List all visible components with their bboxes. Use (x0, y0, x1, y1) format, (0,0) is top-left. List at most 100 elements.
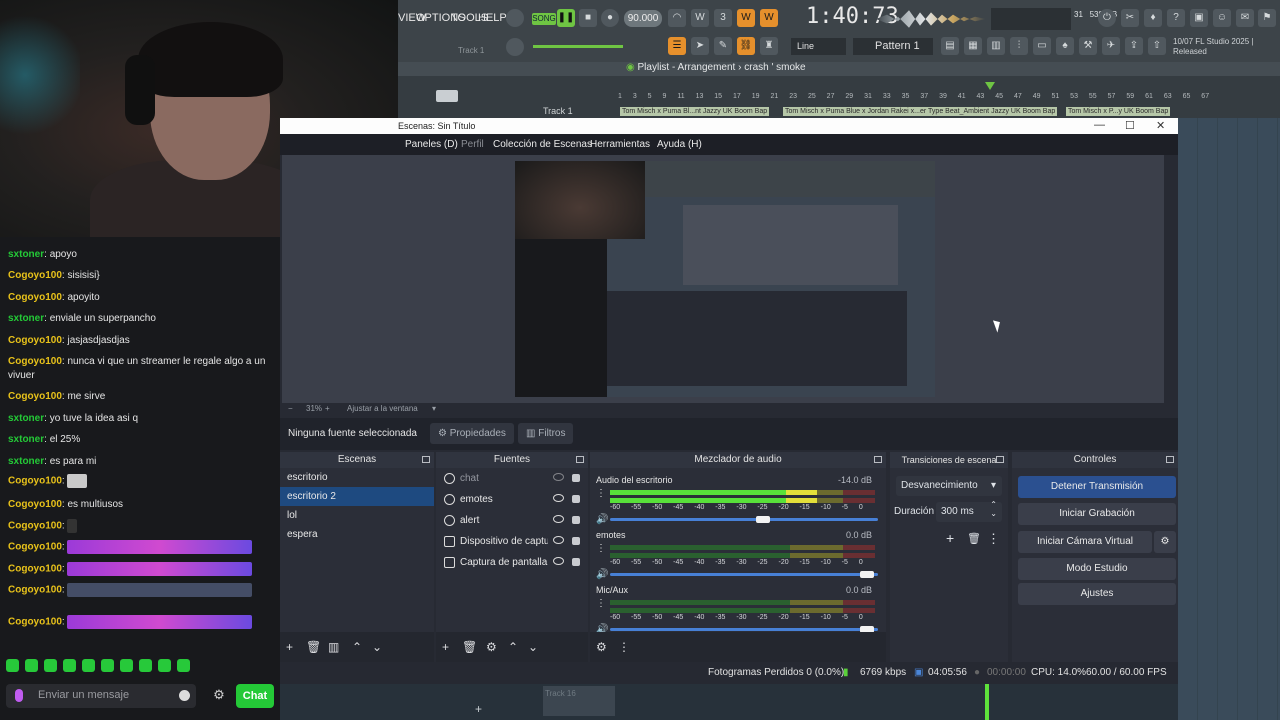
record-button[interactable]: ● (601, 9, 619, 27)
cut-icon[interactable]: ✂ (1121, 9, 1139, 27)
arrow-up-icon[interactable]: ⌃ (508, 640, 518, 654)
plugin-icon[interactable]: ♠ (1056, 37, 1074, 55)
snap-icon[interactable]: ☰ (668, 37, 686, 55)
chat-username[interactable]: sxtoner (8, 313, 44, 324)
tools-icon[interactable]: ✈ (1102, 37, 1120, 55)
upload-icon[interactable]: ⇧ (1148, 37, 1166, 55)
duration-input[interactable]: 300 ms ⌃ ⌄ (936, 500, 1002, 522)
song-mode-toggle[interactable]: SONG (532, 13, 556, 25)
stop-stream-button[interactable]: Detener Transmisión (1018, 476, 1176, 498)
source-item[interactable]: alert (436, 510, 588, 531)
undock-icon[interactable] (422, 456, 430, 463)
chat-username[interactable]: sxtoner (8, 434, 44, 445)
chevron-down-icon[interactable]: ▾ (432, 404, 436, 413)
trash-icon[interactable]: 🗑 (462, 640, 477, 654)
menu-panels[interactable]: Paneles (D) (405, 139, 458, 150)
pause-button[interactable]: ❚❚ (557, 9, 575, 27)
kebab-menu-icon[interactable]: ⋮ (596, 489, 606, 499)
chat-username[interactable]: Cogoyo100 (8, 521, 62, 532)
clip[interactable]: Tom Misch x Puma Blue x Jordan Rakei x..… (783, 107, 1058, 116)
keyboard-icon[interactable] (436, 90, 458, 102)
clip[interactable]: Tom Misch x P...y UK Boom Bap (1066, 107, 1171, 116)
browser-icon[interactable]: ▭ (1033, 37, 1051, 55)
user-icon[interactable]: ☺ (1213, 9, 1231, 27)
clip[interactable]: Tom Misch x Puma Bl...nt Jazzy UK Boom B… (620, 107, 770, 116)
channel-rack-icon[interactable]: ▥ (987, 37, 1005, 55)
scene-item[interactable]: escritorio 2 (280, 487, 434, 506)
lock-icon[interactable] (572, 495, 580, 503)
eye-icon[interactable] (553, 494, 564, 502)
chat-username[interactable]: Cogoyo100 (8, 356, 62, 367)
chat-username[interactable]: Cogoyo100 (8, 391, 62, 402)
chat-username[interactable]: Cogoyo100 (8, 476, 62, 487)
help-icon[interactable]: ? (1167, 9, 1185, 27)
arrow-icon[interactable]: ➤ (691, 37, 709, 55)
news-icon[interactable]: ⚑ (1258, 9, 1276, 27)
fit-window-button[interactable]: Ajustar a la ventana (347, 404, 418, 413)
gear-icon[interactable]: ⚙ (212, 688, 226, 702)
chat-username[interactable]: Cogoyo100 (8, 617, 62, 628)
filter-icon[interactable]: ▥ (328, 640, 339, 654)
stepper-icon[interactable]: ⌃ ⌄ (990, 500, 997, 518)
eye-icon[interactable] (553, 536, 564, 544)
paint-icon[interactable]: ✎ (714, 37, 732, 55)
undock-icon[interactable] (874, 456, 882, 463)
gear-icon[interactable]: ⚙ (486, 640, 497, 654)
stop-button[interactable]: ■ (579, 9, 597, 27)
metronome-icon[interactable]: ◠ (668, 9, 686, 27)
zoom-in-icon[interactable]: + (325, 404, 330, 413)
save-icon[interactable]: ▣ (1190, 9, 1208, 27)
loop-record-icon[interactable]: W (760, 9, 778, 27)
chat-username[interactable]: Cogoyo100 (8, 335, 62, 346)
start-virtual-camera-button[interactable]: Iniciar Cámara Virtual (1018, 531, 1152, 553)
chat-username[interactable]: Cogoyo100 (8, 270, 62, 281)
scene-item[interactable]: lol (280, 506, 434, 525)
playlist-icon[interactable]: ▤ (941, 37, 959, 55)
trash-icon[interactable]: 🗑 (306, 640, 321, 654)
volume-slider[interactable] (610, 518, 878, 521)
source-item[interactable]: Dispositivo de captura de vídeo (436, 531, 588, 552)
add-icon[interactable]: + (442, 640, 449, 654)
source-item[interactable]: emotes (436, 489, 588, 510)
piano-roll-icon[interactable]: ▦ (964, 37, 982, 55)
gear-icon[interactable]: ⚙ (1154, 531, 1176, 553)
chat-username[interactable]: Cogoyo100 (8, 564, 62, 575)
fl-menu-help[interactable]: HELP (478, 12, 507, 24)
step-edit-icon[interactable]: W (737, 9, 755, 27)
menu-help[interactable]: Ayuda (H) (657, 139, 702, 150)
kebab-menu-icon[interactable]: ⋮ (596, 599, 606, 609)
source-item[interactable]: Captura de pantalla (436, 552, 588, 573)
maximize-icon[interactable]: ☐ (1125, 119, 1135, 132)
volume-knob[interactable] (860, 571, 875, 578)
master-volume-slider[interactable] (533, 45, 623, 48)
mic-icon-fl[interactable]: ♦ (1144, 9, 1162, 27)
transition-select[interactable]: Desvanecimiento ▾ (896, 476, 1002, 496)
pattern-selector[interactable]: Pattern 1 (853, 38, 933, 55)
kebab-menu-icon[interactable]: ⋮ (618, 640, 630, 654)
tempo-display[interactable]: 90.000 (624, 10, 662, 27)
eye-icon[interactable] (553, 515, 564, 523)
start-recording-button[interactable]: Iniciar Grabación (1018, 503, 1176, 525)
studio-mode-button[interactable]: Modo Estudio (1018, 558, 1176, 580)
volume-knob[interactable] (755, 516, 770, 523)
chat-username[interactable]: sxtoner (8, 249, 44, 260)
wait-input-icon[interactable]: W (691, 9, 709, 27)
snap-selector[interactable]: Line (791, 38, 846, 55)
emoji-icon[interactable] (179, 690, 190, 701)
news-ticker[interactable]: 10/07 FL Studio 2025 | Released (1173, 37, 1273, 57)
add-icon[interactable]: + (286, 640, 293, 654)
emote-bar[interactable] (6, 659, 190, 675)
volume-slider[interactable] (610, 628, 878, 631)
playhead-marker[interactable] (985, 82, 995, 90)
lock-icon[interactable] (572, 474, 580, 482)
chat-icon[interactable]: ✉ (1236, 9, 1254, 27)
playlist-grid[interactable] (1178, 118, 1280, 720)
countdown-icon[interactable]: 3 (714, 9, 732, 27)
track-16[interactable]: Track 16 (543, 686, 615, 716)
undock-icon[interactable] (1166, 456, 1174, 463)
master-volume-knob[interactable] (506, 9, 524, 27)
mixer-icon[interactable]: ⫶ (1010, 37, 1028, 55)
trash-icon[interactable]: 🗑 (967, 532, 981, 545)
kebab-menu-icon[interactable]: ⋮ (987, 531, 1000, 547)
lock-icon[interactable] (572, 537, 580, 545)
